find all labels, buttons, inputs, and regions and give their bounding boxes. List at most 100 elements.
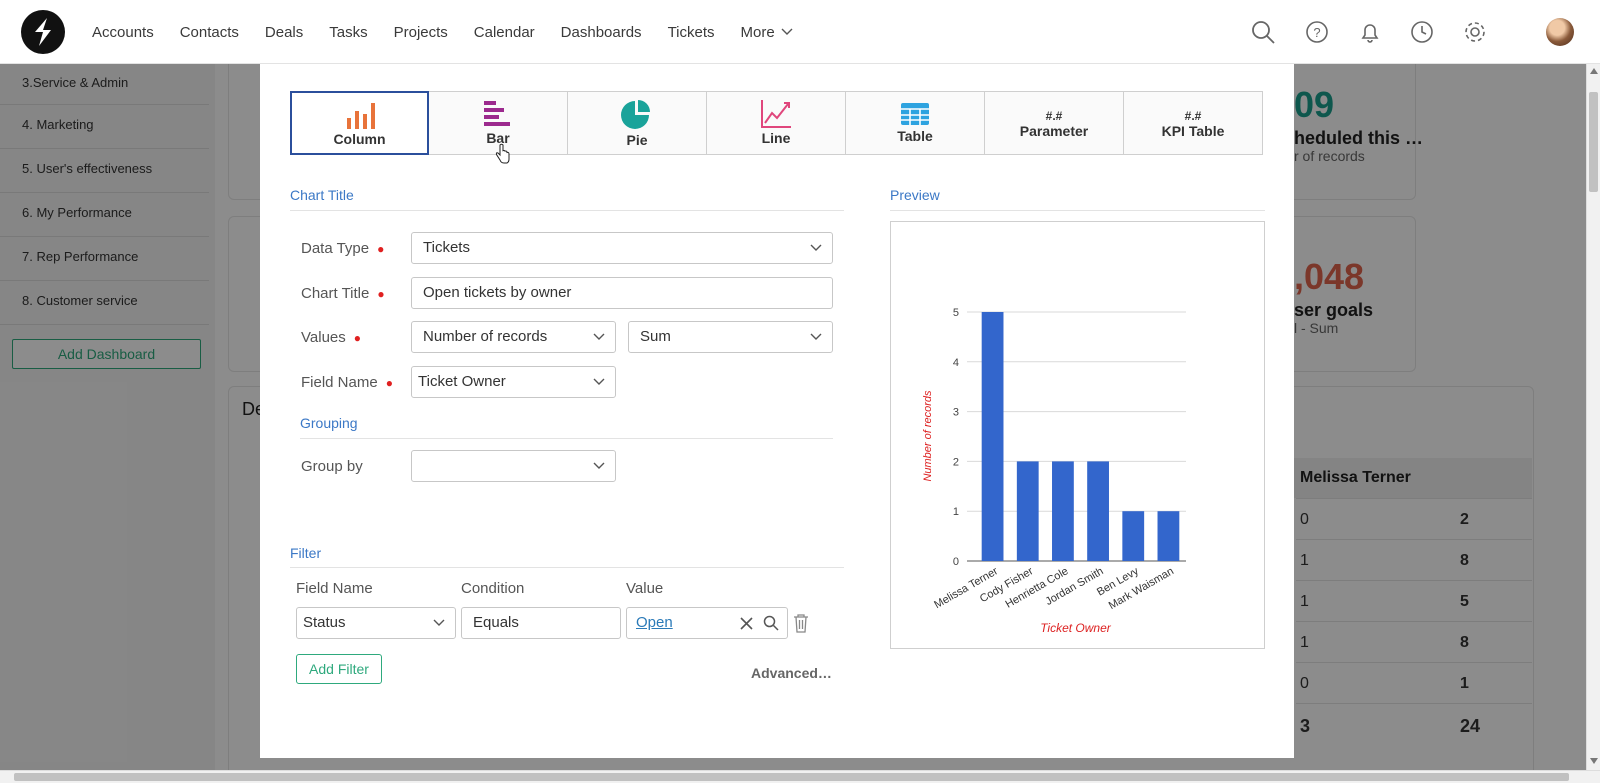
chart-editor-modal: Column Bar Pie Line Table #.# Parameter … — [260, 64, 1294, 758]
trash-icon[interactable] — [793, 613, 809, 633]
nav-tickets[interactable]: Tickets — [668, 24, 715, 41]
values-field-select[interactable]: Number of records — [411, 321, 616, 353]
chevron-down-icon — [433, 619, 445, 626]
grouping-section: Grouping — [300, 415, 358, 431]
pie-chart-icon — [621, 100, 650, 129]
required-marker: ● — [353, 331, 362, 345]
y-tick-label: 2 — [953, 456, 959, 468]
scroll-down-icon[interactable] — [1590, 758, 1598, 764]
divider — [300, 438, 833, 439]
group-by-select[interactable] — [411, 450, 616, 482]
nav-calendar[interactable]: Calendar — [474, 24, 535, 41]
nav-more[interactable]: More — [741, 24, 793, 41]
y-axis-title: Number of records — [922, 390, 934, 482]
nav-deals[interactable]: Deals — [265, 24, 303, 41]
clock-icon[interactable] — [1409, 19, 1435, 45]
column-chart-icon — [346, 103, 375, 129]
chart-title-label: Chart Title ● — [301, 285, 385, 302]
horizontal-scroll-thumb[interactable] — [14, 773, 1569, 781]
bell-icon[interactable] — [1357, 19, 1383, 45]
chart-type-label: Column — [333, 131, 386, 147]
user-avatar[interactable] — [1546, 18, 1574, 46]
chart-bar — [981, 312, 1004, 561]
search-icon[interactable] — [1250, 19, 1276, 45]
divider — [290, 567, 844, 568]
filter-field-select[interactable]: Status — [296, 607, 456, 639]
chart-bar — [1087, 461, 1109, 561]
svg-text:?: ? — [1313, 25, 1320, 40]
filter-col-condition: Condition — [461, 580, 525, 597]
divider — [290, 210, 844, 211]
chart-type-bar[interactable]: Bar — [429, 91, 568, 164]
chart-type-label: Pie — [626, 132, 648, 148]
y-tick-label: 4 — [953, 357, 959, 369]
values-aggregation-value: Sum — [640, 328, 671, 345]
chevron-down-icon — [810, 244, 822, 251]
app-logo[interactable] — [21, 10, 65, 54]
required-marker: ● — [377, 287, 385, 301]
required-marker: ● — [385, 376, 393, 390]
main-nav: Accounts Contacts Deals Tasks Projects C… — [92, 0, 819, 64]
add-filter-button[interactable]: Add Filter — [296, 654, 382, 684]
chart-type-table[interactable]: Table — [846, 91, 985, 155]
search-icon[interactable] — [763, 615, 779, 631]
help-icon[interactable]: ? — [1304, 19, 1330, 45]
filter-value-link[interactable]: Open — [636, 614, 673, 631]
advanced-link[interactable]: Advanced… — [751, 665, 832, 681]
data-type-select[interactable]: Tickets — [411, 232, 833, 264]
nav-projects[interactable]: Projects — [394, 24, 448, 41]
y-tick-label: 5 — [953, 307, 959, 319]
filter-condition-input[interactable]: Equals — [461, 607, 621, 639]
field-name-select[interactable]: Ticket Owner — [411, 366, 616, 398]
chevron-down-icon — [781, 28, 793, 35]
nav-accounts[interactable]: Accounts — [92, 24, 154, 41]
chart-title-section: Chart Title — [290, 187, 354, 203]
vertical-scrollbar[interactable] — [1586, 64, 1600, 770]
chart-title-label-text: Chart Title — [301, 285, 370, 302]
kpi-table-symbol: #.# — [1184, 109, 1202, 123]
nav-contacts[interactable]: Contacts — [180, 24, 239, 41]
chart-type-label: Parameter — [1019, 123, 1089, 139]
divider — [890, 210, 1265, 211]
chevron-down-icon — [810, 333, 822, 340]
chevron-down-icon — [593, 378, 605, 385]
scroll-up-icon[interactable] — [1590, 68, 1598, 74]
chart-type-column[interactable]: Column — [290, 91, 429, 155]
field-name-label: Field Name ● — [301, 374, 393, 391]
parameter-symbol: #.# — [1045, 109, 1063, 123]
filter-value-input[interactable]: Open — [626, 607, 788, 639]
gear-icon[interactable] — [1462, 19, 1488, 45]
chart-bar — [1052, 461, 1074, 561]
filter-col-value: Value — [626, 580, 664, 597]
horizontal-scrollbar[interactable] — [0, 770, 1600, 783]
line-chart-icon — [761, 100, 791, 128]
y-tick-label: 1 — [953, 506, 959, 518]
filter-section: Filter — [290, 545, 322, 561]
chart-type-selector: Column Bar Pie Line Table #.# Parameter … — [290, 91, 1263, 164]
required-marker: ● — [377, 242, 385, 256]
data-type-label-text: Data Type — [301, 240, 370, 257]
field-name-label-text: Field Name — [301, 374, 378, 391]
table-icon — [901, 103, 929, 125]
nav-dashboards[interactable]: Dashboards — [561, 24, 642, 41]
x-axis-title: Ticket Owner — [1040, 621, 1112, 635]
bar-chart-icon — [484, 101, 510, 126]
filter-field-value: Status — [303, 614, 346, 631]
chart-title-input[interactable]: Open tickets by owner — [411, 277, 833, 309]
chevron-down-icon — [593, 462, 605, 469]
values-label: Values ● — [301, 329, 361, 346]
values-aggregation-select[interactable]: Sum — [628, 321, 833, 353]
chart-type-line[interactable]: Line — [707, 91, 846, 155]
chart-bar — [1157, 511, 1180, 561]
y-tick-label: 3 — [953, 407, 959, 419]
clear-icon[interactable] — [740, 617, 753, 630]
chart-type-label: Line — [761, 130, 791, 146]
chart-type-kpi-table[interactable]: #.# KPI Table — [1124, 91, 1263, 155]
top-navigation: Accounts Contacts Deals Tasks Projects C… — [0, 0, 1600, 64]
chart-type-pie[interactable]: Pie — [568, 91, 707, 155]
values-field-value: Number of records — [423, 328, 548, 345]
nav-tasks[interactable]: Tasks — [329, 24, 367, 41]
chart-type-parameter[interactable]: #.# Parameter — [985, 91, 1124, 155]
vertical-scroll-thumb[interactable] — [1589, 92, 1598, 192]
values-label-text: Values — [301, 329, 346, 346]
